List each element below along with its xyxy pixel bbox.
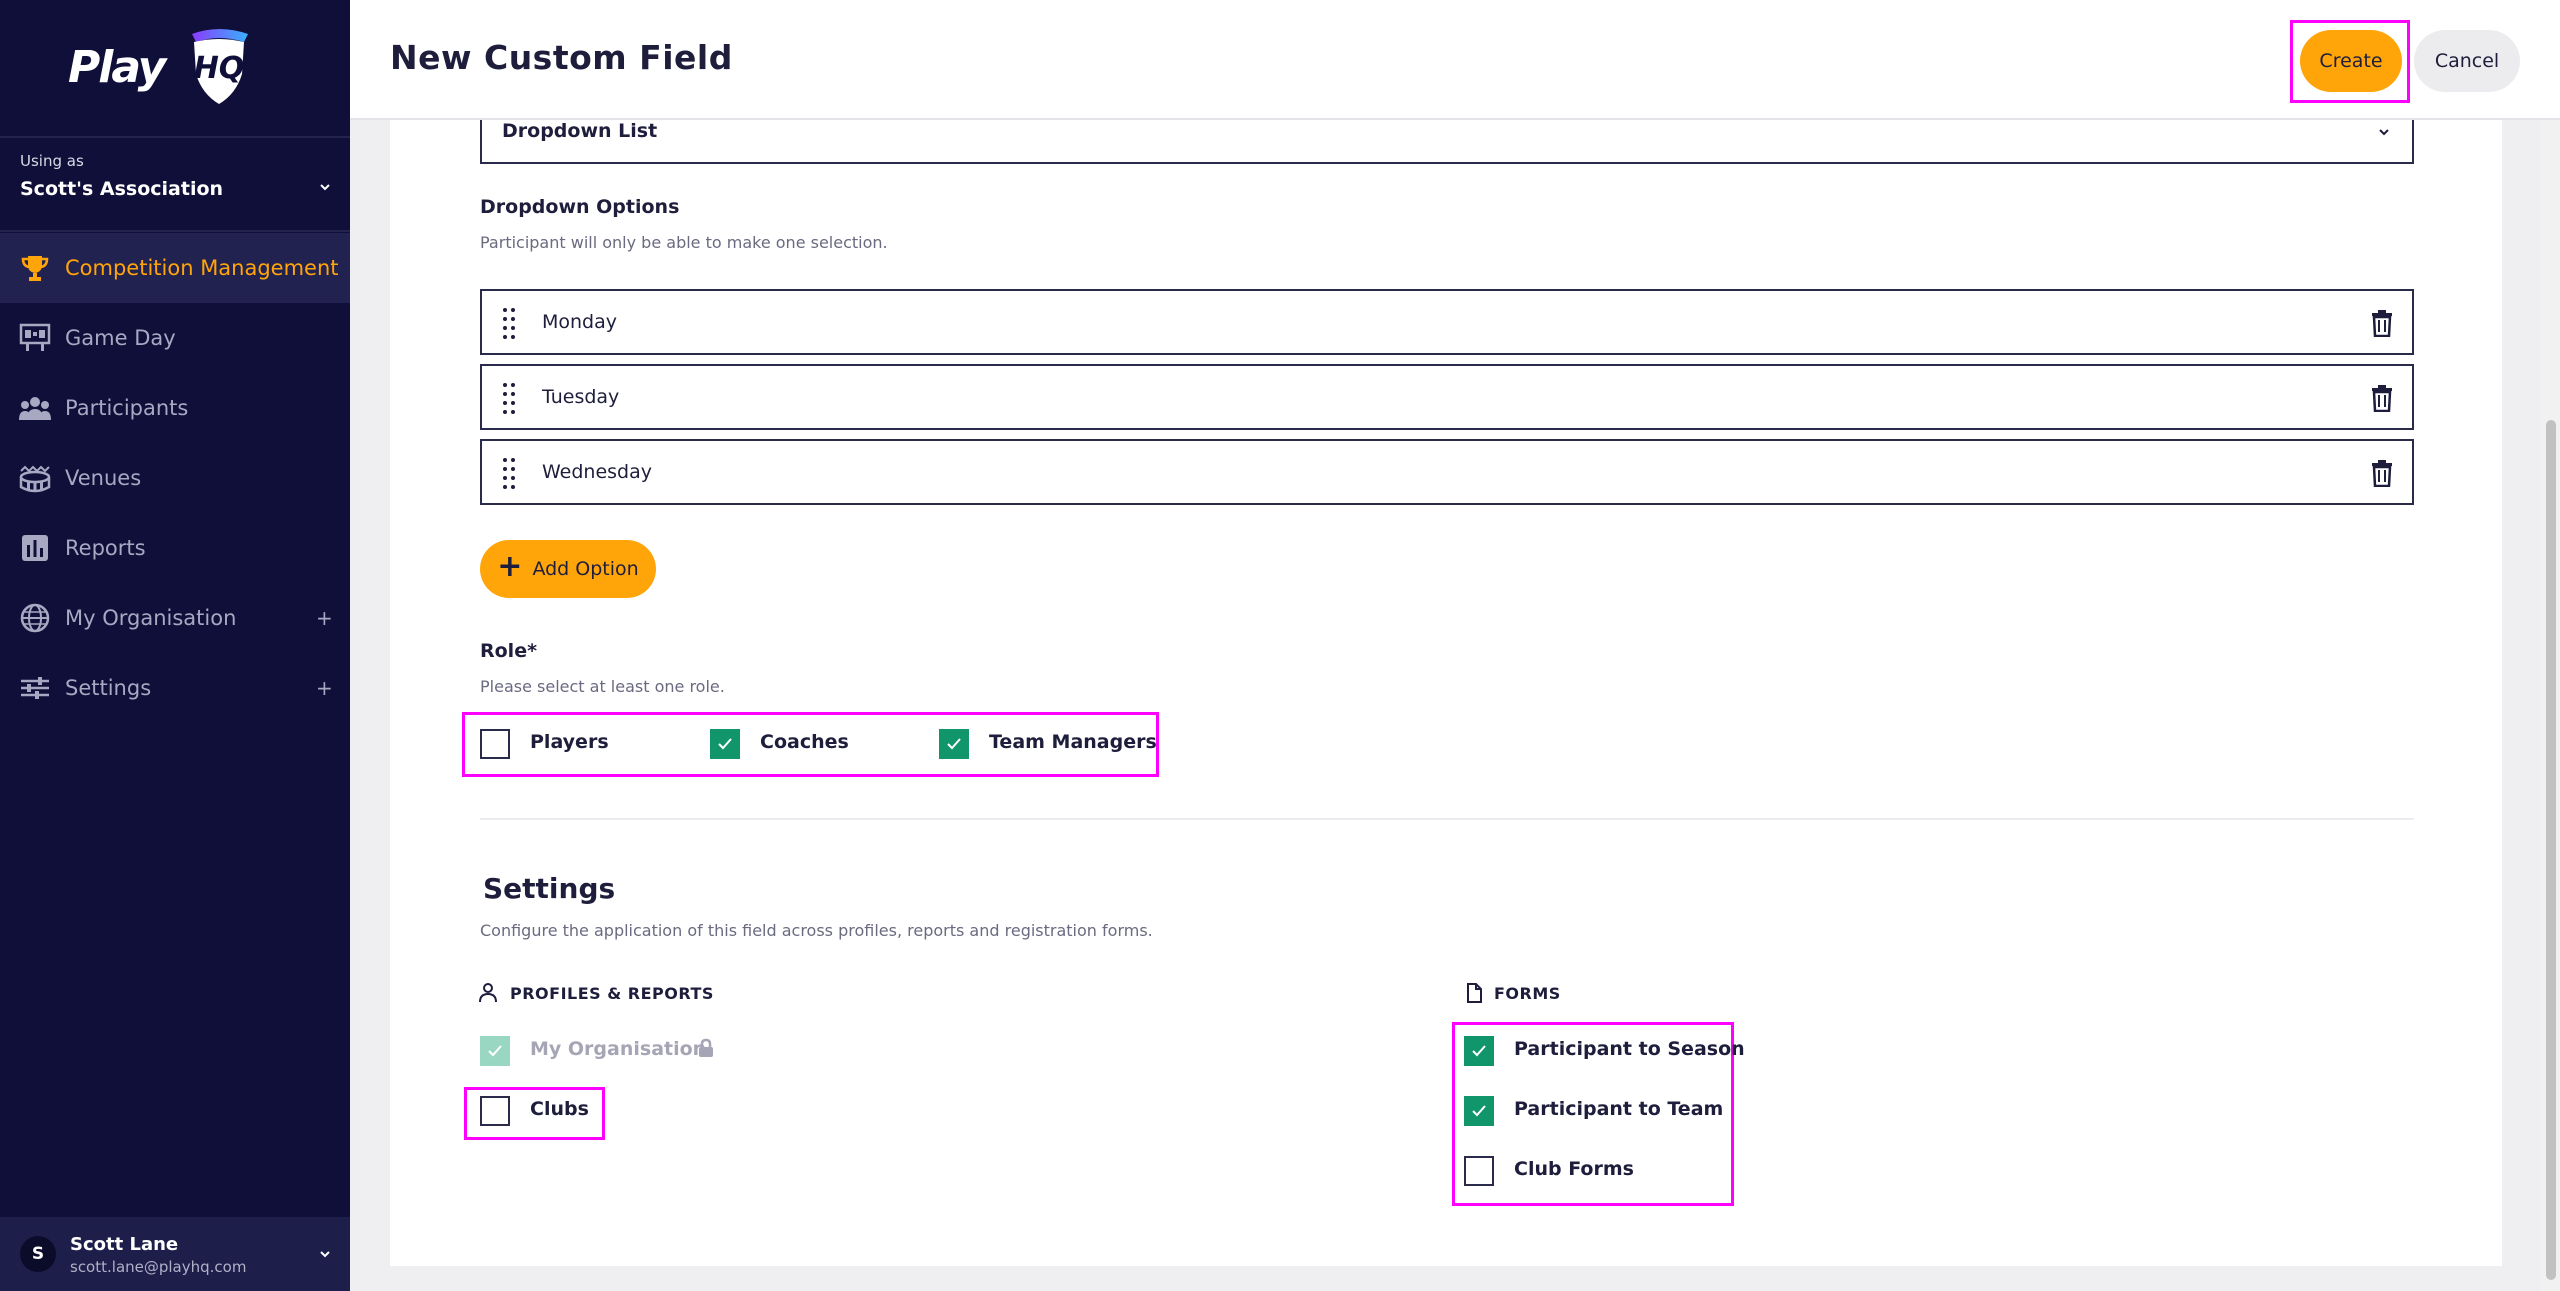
trophy-icon bbox=[18, 251, 52, 285]
sidebar-item-label: Game Day bbox=[65, 326, 176, 350]
clubs-label[interactable]: Clubs bbox=[530, 1098, 589, 1120]
my-organisation-label: My Organisation bbox=[530, 1038, 707, 1060]
sidebar-divider bbox=[0, 230, 350, 232]
clubs-checkbox[interactable] bbox=[480, 1096, 510, 1126]
playhq-logo[interactable]: Play HQ bbox=[68, 28, 252, 112]
chevron-down-icon bbox=[320, 1251, 330, 1258]
players-label[interactable]: Players bbox=[530, 731, 609, 753]
trash-icon[interactable] bbox=[2370, 309, 2394, 337]
dropdown-option-row[interactable]: Tuesday bbox=[480, 364, 2414, 430]
sidebar-item-label: My Organisation bbox=[65, 606, 237, 630]
club-forms-label[interactable]: Club Forms bbox=[1514, 1158, 1634, 1180]
dropdown-options-label: Dropdown Options bbox=[480, 196, 680, 218]
settings-hint: Configure the application of this field … bbox=[480, 921, 1153, 940]
sidebar-item-label: Reports bbox=[65, 536, 146, 560]
sidebar-item-label: Venues bbox=[65, 466, 142, 490]
logo-shield-icon: HQ bbox=[192, 29, 248, 104]
check-icon bbox=[718, 738, 732, 750]
sidebar-item-label: Competition Management bbox=[65, 256, 339, 280]
coaches-label[interactable]: Coaches bbox=[760, 731, 849, 753]
avatar: S bbox=[20, 1236, 56, 1272]
expand-icon[interactable]: + bbox=[316, 676, 333, 700]
sidebar-item-participants[interactable]: Participants bbox=[0, 373, 350, 443]
profiles-reports-heading: PROFILES & REPORTS bbox=[510, 984, 714, 1003]
drag-handle-icon[interactable] bbox=[502, 307, 516, 339]
sidebar-item-settings[interactable]: Settings + bbox=[0, 653, 350, 723]
cancel-button[interactable]: Cancel bbox=[2414, 30, 2520, 92]
field-type-value: Dropdown List bbox=[502, 120, 658, 142]
scoreboard-icon bbox=[18, 321, 52, 355]
page-header: New Custom Field bbox=[350, 0, 2560, 120]
section-divider bbox=[480, 818, 2414, 820]
role-label: Role* bbox=[480, 640, 538, 662]
check-icon bbox=[488, 1045, 502, 1057]
globe-icon bbox=[18, 601, 52, 635]
add-option-label: Add Option bbox=[532, 558, 639, 580]
drag-handle-icon[interactable] bbox=[502, 457, 516, 489]
participant-to-season-label[interactable]: Participant to Season bbox=[1514, 1038, 1745, 1060]
org-name: Scott's Association bbox=[20, 178, 224, 200]
scrollbar-thumb[interactable] bbox=[2546, 420, 2556, 1280]
participant-to-season-checkbox[interactable] bbox=[1464, 1036, 1494, 1066]
dropdown-options-hint: Participant will only be able to make on… bbox=[480, 233, 888, 252]
trash-icon[interactable] bbox=[2370, 384, 2394, 412]
settings-section-title: Settings bbox=[483, 872, 616, 905]
participant-to-team-label[interactable]: Participant to Team bbox=[1514, 1098, 1723, 1120]
check-icon bbox=[1472, 1105, 1486, 1117]
sliders-icon bbox=[18, 671, 52, 705]
sidebar-item-competition-management[interactable]: Competition Management bbox=[0, 233, 350, 303]
people-icon bbox=[18, 391, 52, 425]
check-icon bbox=[1472, 1045, 1486, 1057]
trash-icon[interactable] bbox=[2370, 459, 2394, 487]
sidebar: Play HQ Using as Scott's Association Com… bbox=[0, 0, 350, 1291]
expand-icon[interactable]: + bbox=[316, 606, 333, 630]
club-forms-checkbox[interactable] bbox=[1464, 1156, 1494, 1186]
document-icon bbox=[1467, 983, 1482, 1003]
sidebar-item-label: Settings bbox=[65, 676, 152, 700]
drag-handle-icon[interactable] bbox=[502, 382, 516, 414]
option-text[interactable]: Wednesday bbox=[542, 461, 652, 483]
option-text[interactable]: Monday bbox=[542, 311, 617, 333]
page-title: New Custom Field bbox=[390, 38, 733, 77]
chevron-down-icon bbox=[2379, 129, 2389, 136]
using-as-label: Using as bbox=[20, 152, 84, 170]
user-name: Scott Lane bbox=[70, 1234, 179, 1255]
dropdown-option-row[interactable]: Wednesday bbox=[480, 439, 2414, 505]
plus-icon: + bbox=[497, 549, 523, 584]
role-hint: Please select at least one role. bbox=[480, 677, 725, 696]
option-text[interactable]: Tuesday bbox=[542, 386, 619, 408]
players-checkbox[interactable] bbox=[480, 729, 510, 759]
dropdown-option-row[interactable]: Monday bbox=[480, 289, 2414, 355]
check-icon bbox=[947, 738, 961, 750]
my-organisation-checkbox bbox=[480, 1036, 510, 1066]
coaches-checkbox[interactable] bbox=[710, 729, 740, 759]
logo-badge: HQ bbox=[194, 51, 245, 86]
sidebar-item-reports[interactable]: Reports bbox=[0, 513, 350, 583]
participant-to-team-checkbox[interactable] bbox=[1464, 1096, 1494, 1126]
chart-icon bbox=[18, 531, 52, 565]
user-email: scott.lane@playhq.com bbox=[70, 1258, 247, 1276]
sidebar-divider bbox=[0, 136, 350, 138]
forms-heading: FORMS bbox=[1494, 984, 1561, 1003]
logo-text: Play bbox=[68, 42, 166, 93]
user-icon bbox=[479, 983, 497, 1003]
team-managers-checkbox[interactable] bbox=[939, 729, 969, 759]
add-option-button[interactable]: + Add Option bbox=[480, 540, 656, 598]
create-button[interactable]: Create bbox=[2300, 30, 2402, 92]
stadium-icon bbox=[18, 461, 52, 495]
sidebar-item-my-organisation[interactable]: My Organisation + bbox=[0, 583, 350, 653]
lock-icon bbox=[699, 1038, 713, 1057]
chevron-down-icon bbox=[320, 184, 330, 191]
sidebar-item-venues[interactable]: Venues bbox=[0, 443, 350, 513]
user-menu[interactable]: S Scott Lane scott.lane@playhq.com bbox=[0, 1217, 350, 1291]
sidebar-item-label: Participants bbox=[65, 396, 189, 420]
sidebar-item-game-day[interactable]: Game Day bbox=[0, 303, 350, 373]
team-managers-label[interactable]: Team Managers bbox=[989, 731, 1157, 753]
